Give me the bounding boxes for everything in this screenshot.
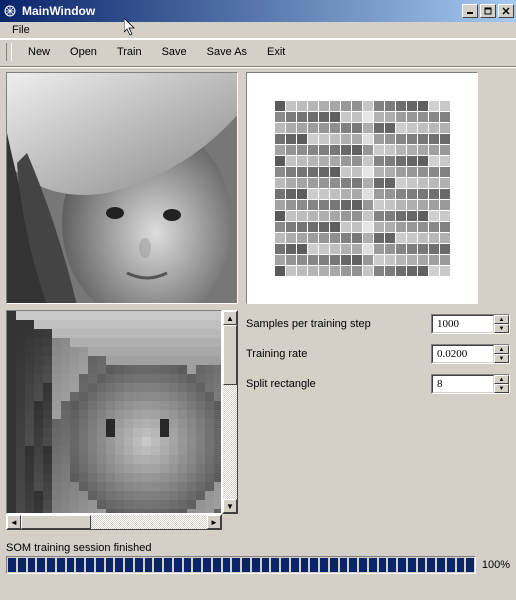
scroll-thumb[interactable] — [21, 515, 91, 529]
train-button[interactable]: Train — [107, 43, 152, 61]
som-grid — [275, 101, 450, 276]
parameters-panel: Samples per training step ▲▼ Training ra… — [246, 310, 510, 530]
new-button[interactable]: New — [18, 43, 60, 61]
result-image-panel — [6, 310, 222, 514]
spin-down-icon[interactable]: ▼ — [494, 384, 509, 393]
spin-down-icon[interactable]: ▼ — [494, 324, 509, 333]
split-stepper[interactable]: ▲▼ — [431, 374, 510, 394]
progress-bar — [6, 556, 476, 574]
spin-up-icon[interactable]: ▲ — [494, 345, 509, 354]
samples-input[interactable] — [432, 315, 494, 333]
rate-input[interactable] — [432, 345, 494, 363]
spin-up-icon[interactable]: ▲ — [494, 315, 509, 324]
toolbar: New Open Train Save Save As Exit — [0, 39, 516, 67]
som-grid-panel — [246, 72, 478, 304]
maximize-button[interactable] — [480, 4, 496, 18]
window-title: MainWindow — [22, 4, 462, 18]
rate-label: Training rate — [246, 348, 431, 360]
samples-label: Samples per training step — [246, 318, 431, 330]
progress-percent: 100% — [482, 559, 510, 571]
rate-stepper[interactable]: ▲▼ — [431, 344, 510, 364]
samples-stepper[interactable]: ▲▼ — [431, 314, 510, 334]
exit-button[interactable]: Exit — [257, 43, 295, 61]
scroll-up-icon[interactable]: ▲ — [223, 311, 237, 325]
open-button[interactable]: Open — [60, 43, 107, 61]
scroll-left-icon[interactable]: ◄ — [7, 515, 21, 529]
source-image-panel — [6, 72, 238, 304]
menu-file[interactable]: File — [6, 22, 36, 38]
close-button[interactable] — [498, 4, 514, 18]
scroll-right-icon[interactable]: ► — [207, 515, 221, 529]
title-bar: MainWindow — [0, 0, 516, 22]
spin-down-icon[interactable]: ▼ — [494, 354, 509, 363]
vertical-scrollbar[interactable]: ▲ ▼ — [222, 310, 238, 514]
spin-up-icon[interactable]: ▲ — [494, 375, 509, 384]
scroll-thumb[interactable] — [223, 325, 237, 385]
split-input[interactable] — [432, 375, 494, 393]
saveas-button[interactable]: Save As — [197, 43, 257, 61]
scroll-down-icon[interactable]: ▼ — [223, 499, 237, 513]
horizontal-scrollbar[interactable]: ◄ ► — [6, 514, 222, 530]
split-label: Split rectangle — [246, 378, 431, 390]
minimize-button[interactable] — [462, 4, 478, 18]
status-text: SOM training session finished — [0, 536, 516, 556]
app-icon — [2, 3, 18, 19]
toolbar-grip[interactable] — [6, 43, 12, 61]
menu-bar: File — [0, 22, 516, 39]
save-button[interactable]: Save — [152, 43, 197, 61]
